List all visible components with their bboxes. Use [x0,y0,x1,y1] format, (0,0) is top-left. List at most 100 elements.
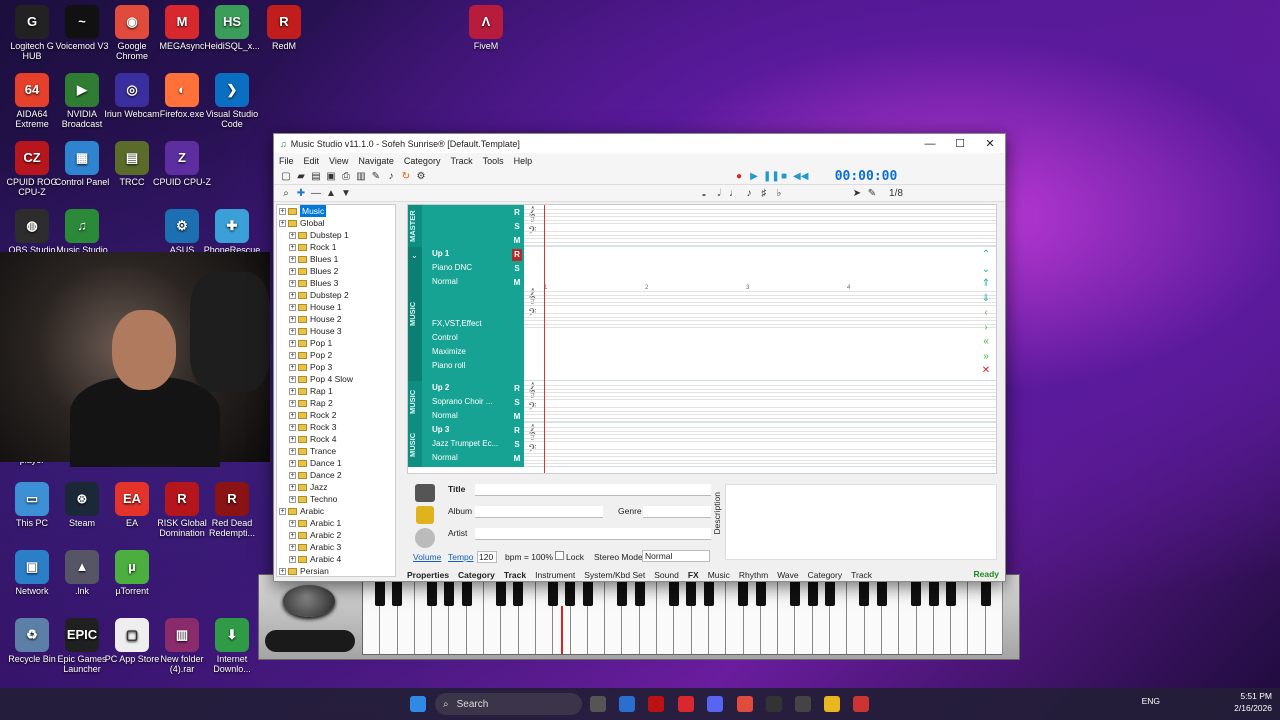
tree-node[interactable]: + House 1 [277,301,395,313]
delete-icon[interactable]: ✕ [980,365,992,380]
album-field[interactable] [475,506,603,518]
tab-category[interactable]: Category [808,570,843,580]
expand-icon[interactable]: + [289,303,296,311]
eighth-note-icon[interactable]: ♪ [743,188,755,199]
control-link[interactable]: Control [432,331,522,345]
tree-node[interactable]: + Jazz [277,481,395,493]
black-key[interactable] [426,582,437,606]
music-studio-taskbar-icon[interactable] [853,696,869,712]
tab-instrument[interactable]: Instrument [535,570,575,580]
expand-icon[interactable]: + [289,351,296,359]
track2-mode[interactable]: Normal [432,409,522,423]
black-key[interactable] [617,582,628,606]
expand-icon[interactable]: + [289,483,296,491]
expand-icon[interactable]: + [289,243,296,251]
tree-node[interactable]: + House 2 [277,313,395,325]
black-key[interactable] [444,582,455,606]
expand-icon[interactable]: + [289,495,296,503]
expand-icon[interactable]: + [279,207,286,215]
track3-rec-button[interactable]: R [512,425,522,437]
track3-mode[interactable]: Normal [432,451,522,465]
menu-category[interactable]: Category [399,156,446,166]
stereo-select[interactable]: Normal [642,550,710,562]
black-key[interactable] [876,582,887,606]
track2-staff[interactable]: 𝄞 𝄢 [524,381,996,423]
save-icon[interactable]: ▣ [325,171,337,182]
up-icon[interactable]: ▲ [325,188,337,199]
rewind-icon[interactable]: ◀◀ [793,171,808,182]
black-key[interactable] [548,582,558,606]
tree-node[interactable]: + Pop 2 [277,349,395,361]
desktop-icon[interactable]: R Red Dead Redempti... [202,482,262,538]
piano-icon[interactable]: ▥ [355,171,367,182]
track3-name[interactable]: Up 3 [432,423,522,437]
tree-node[interactable]: + Arabic 3 [277,541,395,553]
expand-icon[interactable]: + [289,339,296,347]
expand-icon[interactable]: + [289,459,296,467]
menu-navigate[interactable]: Navigate [353,156,399,166]
expand-icon[interactable]: + [289,555,296,563]
track2-rec-button[interactable]: R [512,383,522,395]
expand-icon[interactable]: + [289,327,296,335]
desktop-icon[interactable]: HS HeidiSQL_x... [202,5,262,51]
right-icon[interactable]: › [980,322,992,337]
quarter-note-icon[interactable]: ♩ [728,188,740,199]
page-up-icon[interactable]: ⇑ [980,278,992,293]
tree-node[interactable]: + Arabic [277,505,395,517]
black-key[interactable] [686,582,697,606]
sharp-icon[interactable]: ♯ [758,188,770,199]
add-icon[interactable]: ✚ [295,188,307,199]
app-red-icon[interactable] [648,696,664,712]
down-icon[interactable]: ▼ [340,188,352,199]
play-icon[interactable]: ▶ [748,171,760,182]
maximize-link[interactable]: Maximize [432,345,522,359]
track3-solo-button[interactable]: S [512,439,522,451]
desktop-icon[interactable]: µ µTorrent [102,550,162,596]
desktop-icon[interactable]: ♫ Music Studio [52,209,112,255]
note-icon[interactable]: ♪ [385,171,397,182]
black-key[interactable] [945,582,956,606]
fx-vst-link[interactable]: FX,VST,Effect [432,317,522,331]
collapse-icon[interactable]: ⌄ [411,251,418,260]
tree-node[interactable]: + Dance 2 [277,469,395,481]
tab-sound[interactable]: Sound [654,570,679,580]
expand-icon[interactable]: + [279,507,286,515]
tree-node[interactable]: + Dance 1 [277,457,395,469]
black-key[interactable] [513,582,524,606]
discord-icon[interactable] [707,696,723,712]
tree-node[interactable]: + Pop 3 [277,361,395,373]
lock-checkbox[interactable] [555,551,564,560]
track3-staff[interactable]: 𝄞 𝄢 [524,423,996,467]
chrome-icon[interactable] [737,696,753,712]
print-icon[interactable]: ⎙ [340,171,352,182]
tree-node[interactable]: + Rock 2 [277,409,395,421]
track1-solo-button[interactable]: S [512,263,522,275]
brush-icon[interactable]: ✎ [370,171,382,182]
expand-icon[interactable]: + [289,267,296,275]
description-field[interactable] [725,484,997,560]
tree-node[interactable]: + Rap 2 [277,397,395,409]
menu-track[interactable]: Track [445,156,477,166]
track2-mute-button[interactable]: M [512,411,522,423]
tree-node[interactable]: + Blues 2 [277,265,395,277]
lang-indicator[interactable]: ENG [1142,695,1160,707]
menu-help[interactable]: Help [509,156,538,166]
playhead[interactable] [544,205,545,473]
menu-file[interactable]: File [274,156,299,166]
tab-track[interactable]: Track [504,570,526,580]
menu-view[interactable]: View [324,156,353,166]
taskbar-search[interactable]: ⌕ Search [435,693,582,715]
desktop-icon[interactable]: R RedM [254,5,314,51]
track2-solo-button[interactable]: S [512,397,522,409]
tree-node[interactable]: + Arabic 2 [277,529,395,541]
tree-node[interactable]: + Arabic 4 [277,553,395,565]
tree-node[interactable]: + Persian [277,565,395,576]
tree-node[interactable]: + House 3 [277,325,395,337]
expand-icon[interactable]: + [289,231,296,239]
expand-icon[interactable]: + [289,447,296,455]
desktop-icon[interactable]: ❯ Visual Studio Code [202,73,262,129]
black-key[interactable] [980,582,991,606]
tab-wave[interactable]: Wave [777,570,798,580]
tree-node[interactable]: + Rock 4 [277,433,395,445]
remove-icon[interactable]: — [310,188,322,199]
